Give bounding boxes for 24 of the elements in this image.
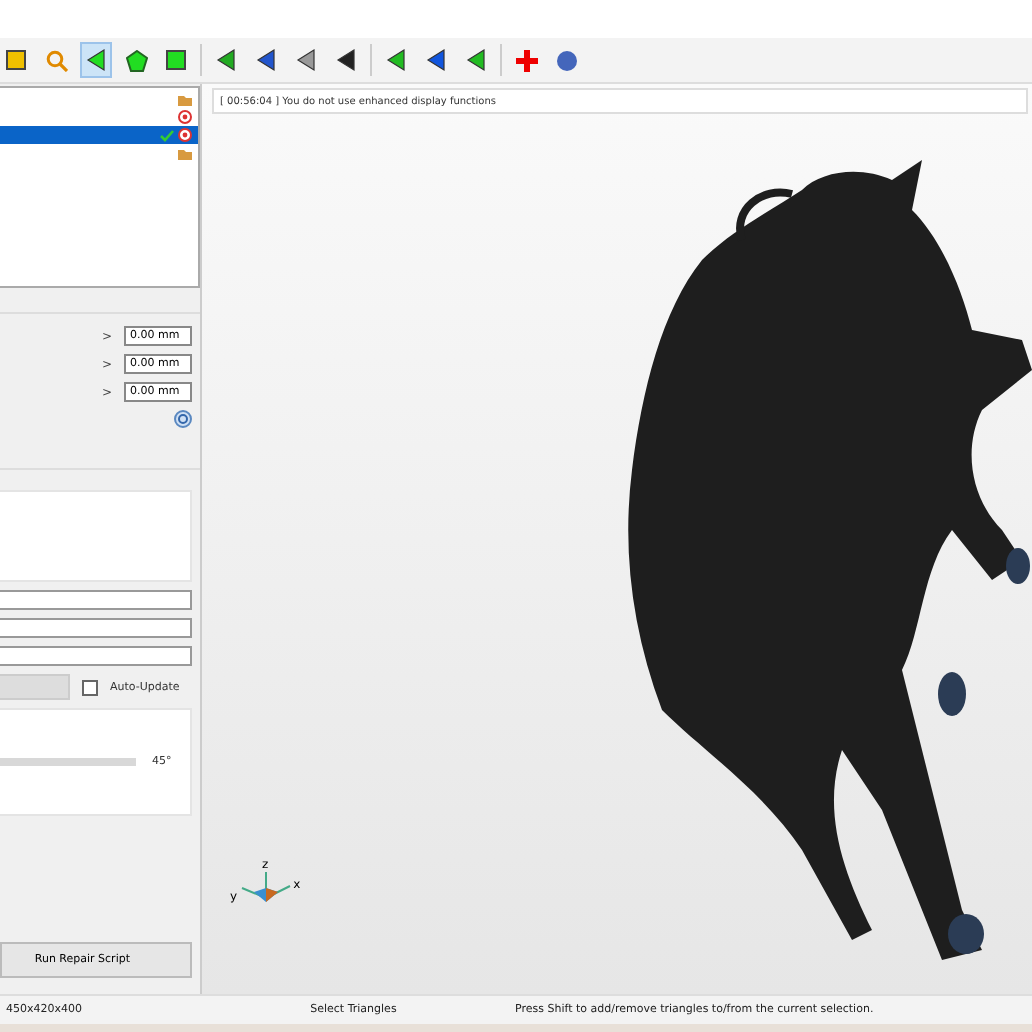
square-icon (6, 50, 26, 70)
triangle-icon (296, 48, 316, 72)
folder-icon (178, 93, 192, 105)
input-field[interactable] (0, 590, 192, 610)
pentagon-icon (125, 49, 147, 71)
triangle-icon (386, 48, 406, 72)
checkbox[interactable] (82, 679, 98, 695)
triangle-icon (466, 48, 486, 72)
triangle-icon (216, 48, 236, 72)
input-field[interactable] (0, 646, 192, 666)
toolbar-button[interactable] (80, 42, 112, 78)
angle-slider[interactable] (0, 758, 136, 766)
input-field[interactable] (0, 618, 192, 638)
tree-row[interactable] (0, 126, 198, 144)
triangle-icon (426, 48, 446, 72)
triangle-icon (336, 48, 356, 72)
search-icon (45, 49, 67, 71)
square-icon (166, 50, 186, 70)
triangle-icon (256, 48, 276, 72)
axes-icon (239, 872, 292, 904)
refresh-icon[interactable] (174, 410, 192, 428)
plus-icon (515, 49, 537, 71)
triangle-icon (86, 48, 106, 72)
sphere-icon (555, 49, 577, 71)
